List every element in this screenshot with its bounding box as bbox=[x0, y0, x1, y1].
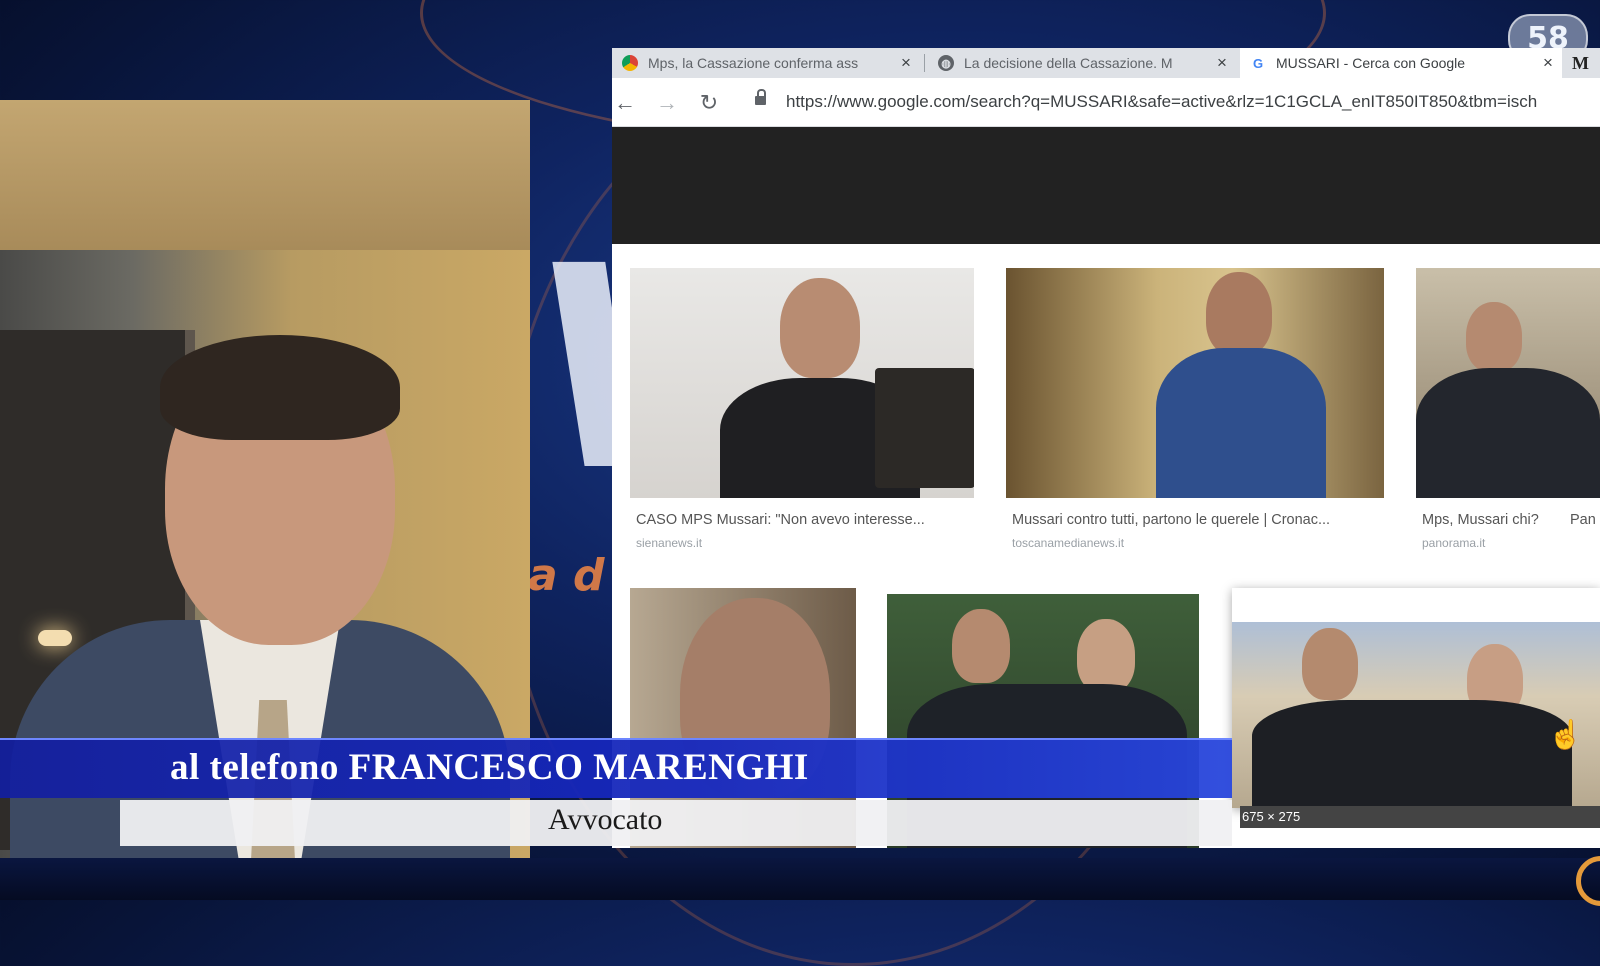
search-header-dark bbox=[612, 127, 1600, 244]
result-person bbox=[1077, 619, 1135, 693]
forward-arrow-icon[interactable]: → bbox=[654, 90, 680, 116]
bottom-band bbox=[0, 858, 1600, 900]
result-person-body bbox=[1156, 348, 1326, 498]
image-result-1[interactable] bbox=[630, 268, 974, 498]
tab-separator bbox=[924, 54, 925, 72]
address-bar[interactable]: https://www.google.com/search?q=MUSSARI&… bbox=[786, 92, 1537, 112]
image-result-3[interactable] bbox=[1416, 268, 1600, 498]
browser-window: Mps, la Cassazione conferma ass × ◍ La d… bbox=[612, 48, 1600, 848]
result-person-body bbox=[1416, 368, 1600, 498]
globe-icon: ◍ bbox=[938, 55, 954, 71]
tab-title: Mps, la Cassazione conferma ass bbox=[648, 55, 859, 71]
result-caption[interactable]: Mussari contro tutti, partono le querele… bbox=[1012, 512, 1380, 528]
tab-bar: Mps, la Cassazione conferma ass × ◍ La d… bbox=[612, 48, 1600, 78]
result-caption-partial[interactable]: Pan bbox=[1570, 512, 1596, 528]
lock-icon bbox=[755, 89, 766, 105]
tab-title: La decisione della Cassazione. M bbox=[964, 55, 1173, 71]
tab-decisione-cassazione[interactable]: ◍ La decisione della Cassazione. M × bbox=[928, 48, 1236, 78]
channel-watermark-sub: a d bbox=[528, 550, 605, 601]
caller-role: Avvocato bbox=[548, 803, 663, 836]
result-person-body bbox=[1252, 700, 1572, 808]
image-result-2[interactable] bbox=[1006, 268, 1384, 498]
close-icon[interactable]: × bbox=[896, 53, 916, 73]
caller-name: al telefono FRANCESCO MARENGHI bbox=[170, 747, 809, 788]
result-source: sienanews.it bbox=[636, 536, 703, 550]
result-caption[interactable]: CASO MPS Mussari: "Non avevo interesse..… bbox=[636, 512, 972, 528]
result-person bbox=[1466, 302, 1522, 372]
wall-lamp bbox=[38, 630, 72, 646]
tab-mussari-google[interactable]: G MUSSARI - Cerca con Google × bbox=[1240, 48, 1562, 78]
image-dimensions: 675 × 275 bbox=[1240, 806, 1600, 828]
person-hair bbox=[160, 335, 400, 440]
result-person bbox=[1302, 628, 1358, 700]
result-person bbox=[952, 609, 1010, 683]
tab-mps-cassazione[interactable]: Mps, la Cassazione conferma ass × bbox=[612, 48, 920, 78]
result-source: toscanamedianews.it bbox=[1012, 536, 1125, 550]
navigation-bar: ← → ↻ https://www.google.com/search?q=MU… bbox=[612, 78, 1600, 127]
close-icon[interactable]: × bbox=[1538, 53, 1558, 73]
google-icon: G bbox=[1252, 55, 1264, 71]
wall bbox=[0, 100, 530, 250]
chrome-icon bbox=[622, 55, 638, 71]
hand-cursor-icon: ☝ bbox=[1548, 719, 1583, 750]
tab-partial[interactable]: M bbox=[1572, 48, 1589, 78]
result-person bbox=[1206, 272, 1272, 356]
close-icon[interactable]: × bbox=[1212, 53, 1232, 73]
result-person bbox=[780, 278, 860, 378]
laptop bbox=[875, 368, 974, 488]
reload-icon[interactable]: ↻ bbox=[696, 90, 722, 116]
tab-title: MUSSARI - Cerca con Google bbox=[1276, 55, 1466, 71]
image-result-6-hovered[interactable] bbox=[1232, 588, 1600, 808]
lower-third-role-bar bbox=[120, 800, 1232, 846]
result-caption[interactable]: Mps, Mussari chi? bbox=[1422, 512, 1562, 528]
back-arrow-icon[interactable]: ← bbox=[612, 90, 638, 116]
result-source: panorama.it bbox=[1422, 536, 1486, 550]
